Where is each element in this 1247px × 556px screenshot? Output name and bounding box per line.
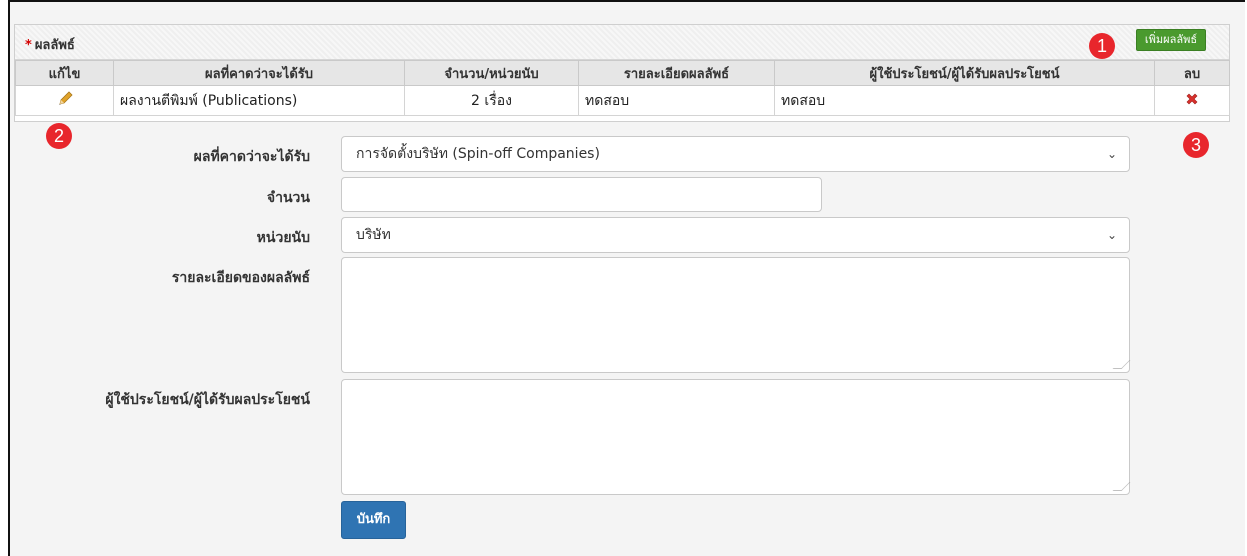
expected-result-label: ผลที่คาดว่าจะได้รับ xyxy=(193,149,310,165)
expected-result-select[interactable]: การจัดตั้งบริษัท (Spin-off Companies) ⌄ xyxy=(341,136,1130,172)
col-header-delete: ลบ xyxy=(1154,60,1230,86)
quantity-label: จำนวน xyxy=(266,190,310,206)
unit-label: หน่วยนับ xyxy=(256,230,310,246)
col-header-quantity-unit: จำนวน/หน่วยนับ xyxy=(404,60,579,86)
beneficiary-label: ผู้ใช้ประโยชน์/ผู้ได้รับผลประโยชน์ xyxy=(105,392,310,408)
add-result-button[interactable]: เพิ่มผลลัพธ์ xyxy=(1136,29,1206,51)
detail-label: รายละเอียดของผลลัพธ์ xyxy=(171,270,310,286)
panel-title-text: ผลลัพธ์ xyxy=(34,38,75,53)
cell-expected-result: ผลงานตีพิมพ์ (Publications) xyxy=(113,85,405,116)
table-row: ผลงานตีพิมพ์ (Publications) 2 เรื่อง ทดส… xyxy=(15,85,1230,116)
quantity-input[interactable] xyxy=(341,177,822,212)
results-panel: * ผลลัพธ์ เพิ่มผลลัพธ์ แก้ไข ผลที่คาดว่าจ… xyxy=(14,24,1230,122)
col-header-edit: แก้ไข xyxy=(15,60,114,86)
required-mark: * xyxy=(25,38,32,53)
unit-value: บริษัท xyxy=(356,227,391,243)
col-header-beneficiary: ผู้ใช้ประโยชน์/ผู้ได้รับผลประโยชน์ xyxy=(774,60,1155,86)
results-table: แก้ไข ผลที่คาดว่าจะได้รับ จำนวน/หน่วยนับ… xyxy=(15,60,1230,116)
unit-select[interactable]: บริษัท ⌄ xyxy=(341,217,1130,253)
delete-cell xyxy=(1154,85,1230,116)
x-icon[interactable] xyxy=(1184,91,1200,111)
cell-beneficiary: ทดสอบ xyxy=(774,85,1155,116)
chevron-down-icon: ⌄ xyxy=(1106,228,1117,242)
beneficiary-textarea[interactable] xyxy=(341,379,1131,495)
cell-detail: ทดสอบ xyxy=(578,85,775,116)
table-header-row: แก้ไข ผลที่คาดว่าจะได้รับ จำนวน/หน่วยนับ… xyxy=(15,60,1230,86)
save-button[interactable]: บันทึก xyxy=(341,501,406,539)
detail-textarea[interactable] xyxy=(341,257,1131,373)
pencil-icon[interactable] xyxy=(57,90,73,111)
resize-handle-icon[interactable] xyxy=(1112,360,1131,369)
badge-3: 3 xyxy=(1183,132,1209,158)
col-header-detail: รายละเอียดผลลัพธ์ xyxy=(578,60,775,86)
cell-quantity-unit: 2 เรื่อง xyxy=(404,85,579,116)
badge-1: 1 xyxy=(1089,33,1115,59)
panel-title: * ผลลัพธ์ xyxy=(25,34,75,55)
panel-header: * ผลลัพธ์ เพิ่มผลลัพธ์ xyxy=(15,25,1229,60)
expected-result-value: การจัดตั้งบริษัท (Spin-off Companies) xyxy=(356,146,600,162)
chevron-down-icon: ⌄ xyxy=(1106,147,1117,161)
col-header-expected-result: ผลที่คาดว่าจะได้รับ xyxy=(113,60,405,86)
edit-cell xyxy=(15,85,114,116)
resize-handle-icon[interactable] xyxy=(1112,482,1131,491)
